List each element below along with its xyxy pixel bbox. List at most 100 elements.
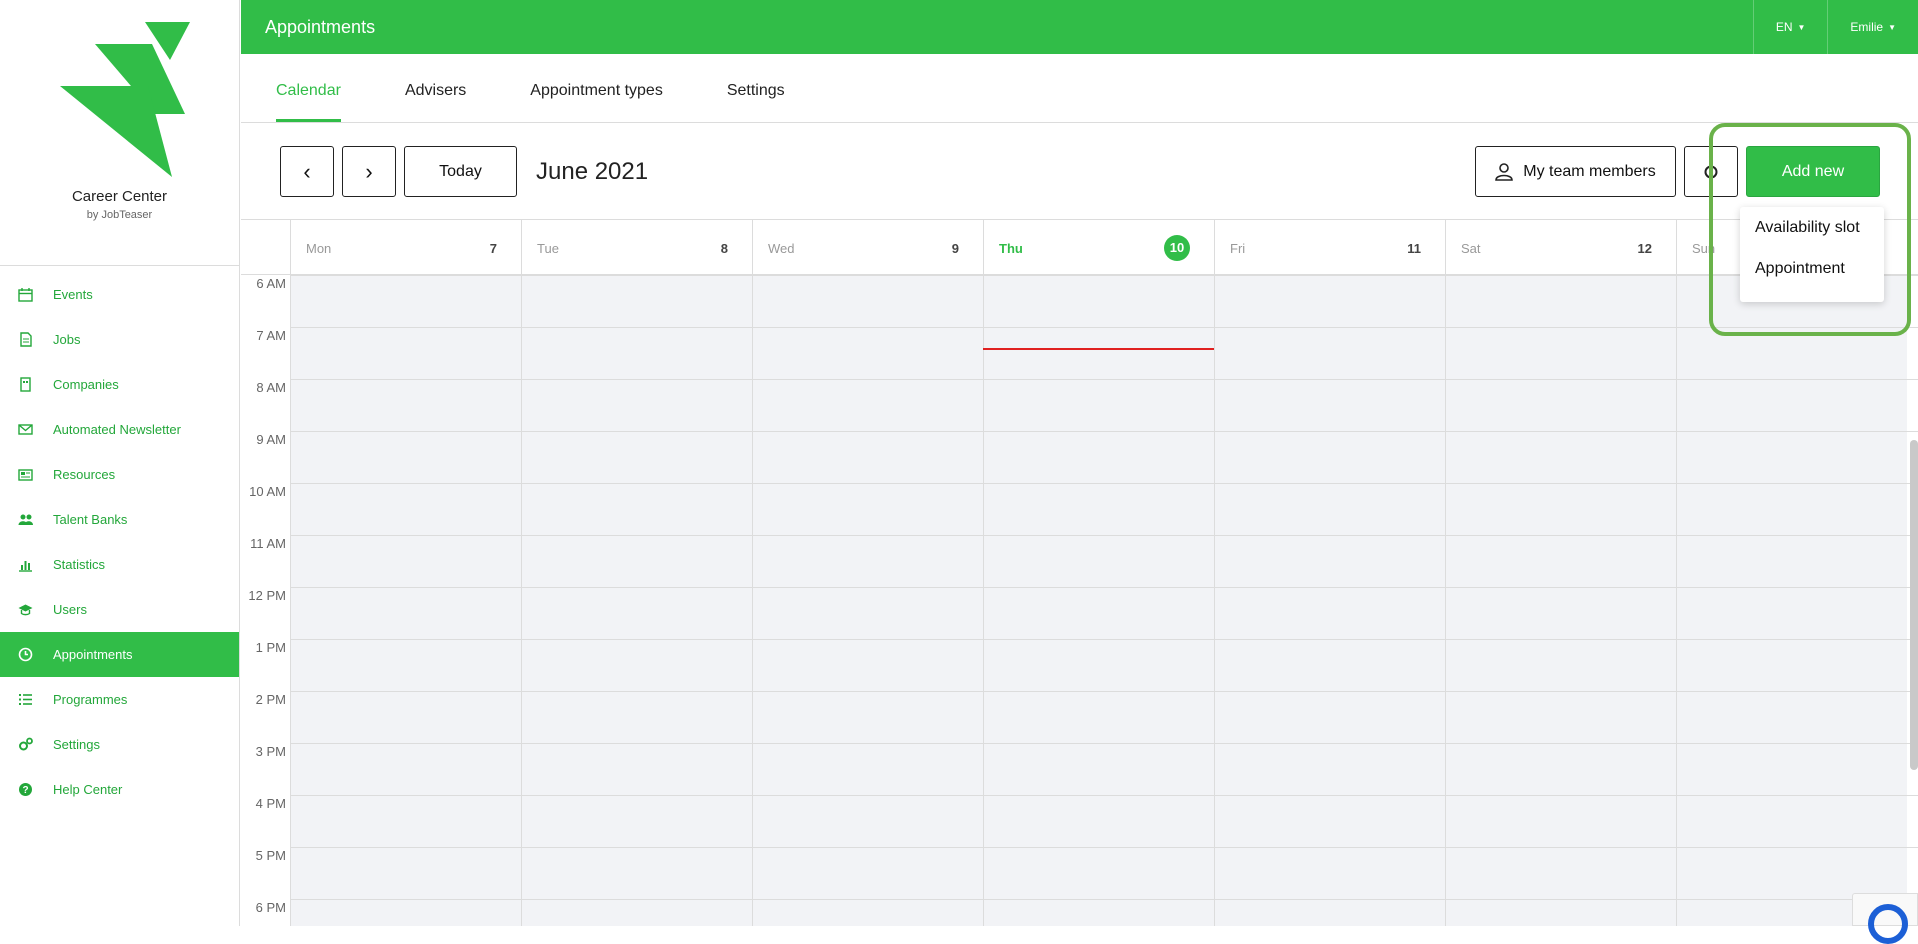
next-week-button[interactable]: › xyxy=(342,146,396,197)
day-number: 12 xyxy=(1638,241,1652,256)
day-name: Mon xyxy=(306,241,331,256)
svg-text:?: ? xyxy=(22,785,28,796)
envelope-icon xyxy=(18,422,33,437)
day-name: Fri xyxy=(1230,241,1245,256)
day-number: 11 xyxy=(1407,241,1421,256)
day-header-sat: Sat 12 xyxy=(1445,220,1676,276)
day-name: Sun xyxy=(1692,241,1715,256)
scrollbar[interactable] xyxy=(1910,440,1918,770)
language-label: EN xyxy=(1776,20,1793,34)
day-name: Wed xyxy=(768,241,795,256)
today-button[interactable]: Today xyxy=(404,146,517,197)
sidebar-item-label: Programmes xyxy=(53,692,127,707)
day-column-sun[interactable] xyxy=(1676,275,1907,926)
sidebar-item-help-center[interactable]: ? Help Center xyxy=(0,767,239,812)
sidebar-item-users[interactable]: Users xyxy=(0,587,239,632)
language-dropdown[interactable]: EN ▼ xyxy=(1753,0,1828,54)
gear-icon xyxy=(1702,163,1720,181)
day-header-wed: Wed 9 xyxy=(752,220,983,276)
gears-icon xyxy=(18,737,33,752)
menu-item-appointment[interactable]: Appointment xyxy=(1740,248,1884,289)
hour-label: 2 PM xyxy=(241,692,286,707)
clock-icon xyxy=(18,647,33,662)
question-circle-icon: ? xyxy=(18,782,33,797)
tab-advisers[interactable]: Advisers xyxy=(405,82,466,122)
sidebar-item-label: Settings xyxy=(53,737,100,752)
add-new-button[interactable]: Add new xyxy=(1746,146,1880,197)
hour-gridline xyxy=(290,275,1918,276)
sidebar-item-jobs[interactable]: Jobs xyxy=(0,317,239,362)
user-name: Emilie xyxy=(1850,20,1883,34)
hour-gridline xyxy=(290,535,1918,536)
day-column-thu[interactable] xyxy=(983,275,1214,926)
team-members-label: My team members xyxy=(1523,163,1655,181)
sidebar-item-companies[interactable]: Companies xyxy=(0,362,239,407)
hour-gridline xyxy=(290,899,1918,900)
tab-calendar[interactable]: Calendar xyxy=(276,82,341,122)
prev-week-button[interactable]: ‹ xyxy=(280,146,334,197)
menu-item-availability-slot[interactable]: Availability slot xyxy=(1740,207,1884,248)
jobteaser-logo[interactable] xyxy=(50,22,190,178)
tab-appointment-types[interactable]: Appointment types xyxy=(530,82,663,122)
bar-chart-icon xyxy=(18,557,33,572)
day-number: 9 xyxy=(952,241,959,256)
hour-label: 4 PM xyxy=(241,796,286,811)
calendar-toolbar: ‹ › Today June 2021 My team members Add … xyxy=(241,124,1918,219)
tabs: Calendar Advisers Appointment types Sett… xyxy=(241,54,1918,123)
hour-label: 10 AM xyxy=(241,484,286,499)
hour-gridline xyxy=(290,327,1918,328)
day-number: 7 xyxy=(490,241,497,256)
hour-label: 1 PM xyxy=(241,640,286,655)
day-column-sat[interactable] xyxy=(1445,275,1676,926)
sidebar-item-statistics[interactable]: Statistics xyxy=(0,542,239,587)
day-header-thu: Thu10 xyxy=(983,220,1214,276)
hour-gridline xyxy=(290,379,1918,380)
sidebar-item-label: Resources xyxy=(53,467,115,482)
sidebar-item-label: Talent Banks xyxy=(53,512,127,527)
newspaper-icon xyxy=(18,467,33,482)
sidebar-item-label: Jobs xyxy=(53,332,80,347)
sidebar-item-talent-banks[interactable]: Talent Banks xyxy=(0,497,239,542)
time-grid: 6 AM7 AM8 AM9 AM10 AM11 AM12 PM1 PM2 PM3… xyxy=(241,275,1918,926)
sidebar-item-label: Users xyxy=(53,602,87,617)
sidebar-item-label: Companies xyxy=(53,377,119,392)
tab-settings[interactable]: Settings xyxy=(727,82,785,122)
caret-down-icon: ▼ xyxy=(1797,23,1805,32)
calendar-icon xyxy=(18,287,33,302)
hour-label: 3 PM xyxy=(241,744,286,759)
day-column-tue[interactable] xyxy=(521,275,752,926)
hour-label: 11 AM xyxy=(241,536,286,551)
current-time-indicator xyxy=(983,348,1214,350)
hour-gridline xyxy=(290,847,1918,848)
hour-label: 12 PM xyxy=(241,588,286,603)
sidebar-item-programmes[interactable]: Programmes xyxy=(0,677,239,722)
sidebar-item-events[interactable]: Events xyxy=(0,272,239,317)
hour-gridline xyxy=(290,483,1918,484)
graduation-cap-icon xyxy=(18,602,33,617)
hour-gridline xyxy=(290,743,1918,744)
team-members-button[interactable]: My team members xyxy=(1475,146,1676,197)
hour-label: 9 AM xyxy=(241,432,286,447)
sidebar-item-automated-newsletter[interactable]: Automated Newsletter xyxy=(0,407,239,452)
day-column-fri[interactable] xyxy=(1214,275,1445,926)
calendar-settings-button[interactable] xyxy=(1684,146,1738,197)
hour-gridline xyxy=(290,587,1918,588)
current-month: June 2021 xyxy=(536,158,648,186)
day-name: Sat xyxy=(1461,241,1481,256)
sidebar-item-settings[interactable]: Settings xyxy=(0,722,239,767)
hour-label: 7 AM xyxy=(241,328,286,343)
sidebar-item-label: Help Center xyxy=(53,782,122,797)
hour-label: 8 AM xyxy=(241,380,286,395)
chevron-left-icon: ‹ xyxy=(303,159,310,185)
day-header-fri: Fri 11 xyxy=(1214,220,1445,276)
user-icon xyxy=(1495,163,1513,181)
user-dropdown[interactable]: Emilie▼ xyxy=(1827,0,1918,54)
day-column-wed[interactable] xyxy=(752,275,983,926)
topbar: Appointments EN▼ Emilie▼ xyxy=(241,0,1918,54)
brand-block: Career Center by JobTeaser xyxy=(0,22,239,266)
sidebar-item-label: Events xyxy=(53,287,93,302)
users-icon xyxy=(18,512,33,527)
day-column-mon[interactable] xyxy=(290,275,521,926)
sidebar-item-resources[interactable]: Resources xyxy=(0,452,239,497)
sidebar-item-appointments[interactable]: Appointments xyxy=(0,632,239,677)
